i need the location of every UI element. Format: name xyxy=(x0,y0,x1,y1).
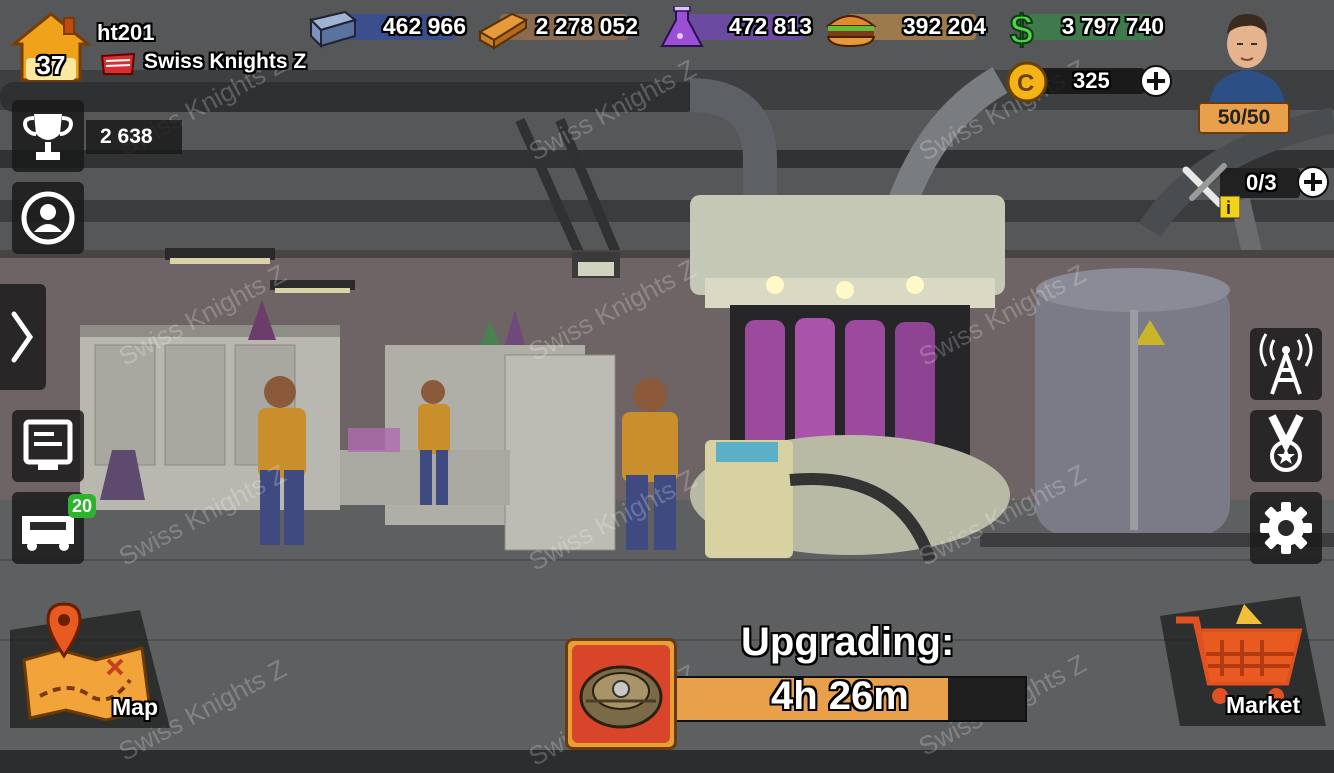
medal-icon xyxy=(1268,414,1304,472)
burger-icon xyxy=(825,15,877,48)
chemicals-amount: 472 813 xyxy=(728,13,812,39)
flask-icon xyxy=(660,6,704,47)
alliance-name: Swiss Knights Z xyxy=(144,50,307,73)
dollar-icon: $ xyxy=(1009,6,1034,50)
market-button[interactable]: Market xyxy=(1150,596,1330,726)
trophy-count: 2 638 xyxy=(100,125,153,148)
energy-display: 50/50 xyxy=(1198,102,1290,134)
gear-icon xyxy=(1260,502,1312,554)
upgrade-title: Upgrading: xyxy=(741,620,955,664)
tools-icon: i xyxy=(1182,163,1240,219)
notification-badge: 20 xyxy=(68,494,96,518)
builders-count: 0/3 xyxy=(1246,170,1277,195)
upgrade-timer: 4h 26m xyxy=(771,674,909,718)
news-button[interactable] xyxy=(12,410,84,482)
vehicle-button[interactable]: 20 xyxy=(12,492,96,564)
profile-icon xyxy=(21,191,75,245)
energy-value: 50/50 xyxy=(1217,106,1271,129)
player-name: ht201 xyxy=(97,20,155,45)
map-button[interactable]: Map xyxy=(10,600,170,728)
screen-icon xyxy=(23,419,73,470)
player-level-badge[interactable]: 37 xyxy=(8,10,94,82)
svg-text:C: C xyxy=(1017,70,1034,97)
coins-amount: 325 xyxy=(1073,68,1110,93)
market-label: Market xyxy=(1226,692,1301,718)
upgrade-item[interactable] xyxy=(565,638,677,750)
avatar-portrait xyxy=(1209,14,1285,104)
add-builder-button[interactable] xyxy=(1296,165,1330,199)
player-level: 37 xyxy=(36,50,66,80)
avatar[interactable] xyxy=(1205,4,1289,104)
svg-text:$: $ xyxy=(1010,6,1033,50)
food-resource[interactable]: 392 204 xyxy=(824,6,990,48)
trophy-count-panel: 2 638 xyxy=(86,120,182,154)
wood-planks-icon xyxy=(477,12,529,50)
landmine-icon xyxy=(572,645,670,743)
upgrade-panel[interactable]: Upgrading: 4h 26m xyxy=(565,618,1027,750)
chemicals-resource[interactable]: 472 813 xyxy=(654,6,816,47)
coin-icon: C xyxy=(1006,61,1048,103)
alliance-flag-icon xyxy=(100,52,136,75)
svg-text:i: i xyxy=(1226,198,1231,218)
steel-amount: 462 966 xyxy=(382,13,466,39)
expand-menu-button[interactable] xyxy=(0,284,46,390)
radio-tower-button[interactable] xyxy=(1250,328,1322,400)
trophy-icon xyxy=(23,114,73,160)
wood-resource[interactable]: 2 278 052 xyxy=(476,6,642,50)
settings-button[interactable] xyxy=(1250,492,1322,564)
radio-tower-icon xyxy=(1259,333,1313,395)
chevron-right-icon xyxy=(11,311,34,363)
medal-button[interactable] xyxy=(1250,410,1322,482)
add-coins-button[interactable] xyxy=(1139,64,1173,98)
plus-icon xyxy=(1297,166,1329,198)
food-amount: 392 204 xyxy=(902,13,986,39)
wood-amount: 2 278 052 xyxy=(535,13,638,39)
steel-resource[interactable]: 462 966 xyxy=(305,6,470,49)
cash-amount: 3 797 740 xyxy=(1061,13,1164,39)
map-label: Map xyxy=(112,694,158,720)
plus-icon xyxy=(1140,65,1172,97)
trophy-button[interactable] xyxy=(12,100,84,172)
cash-resource[interactable]: $ 3 797 740 xyxy=(1004,6,1168,50)
steel-beam-icon xyxy=(309,10,358,49)
profile-button[interactable] xyxy=(12,182,84,254)
